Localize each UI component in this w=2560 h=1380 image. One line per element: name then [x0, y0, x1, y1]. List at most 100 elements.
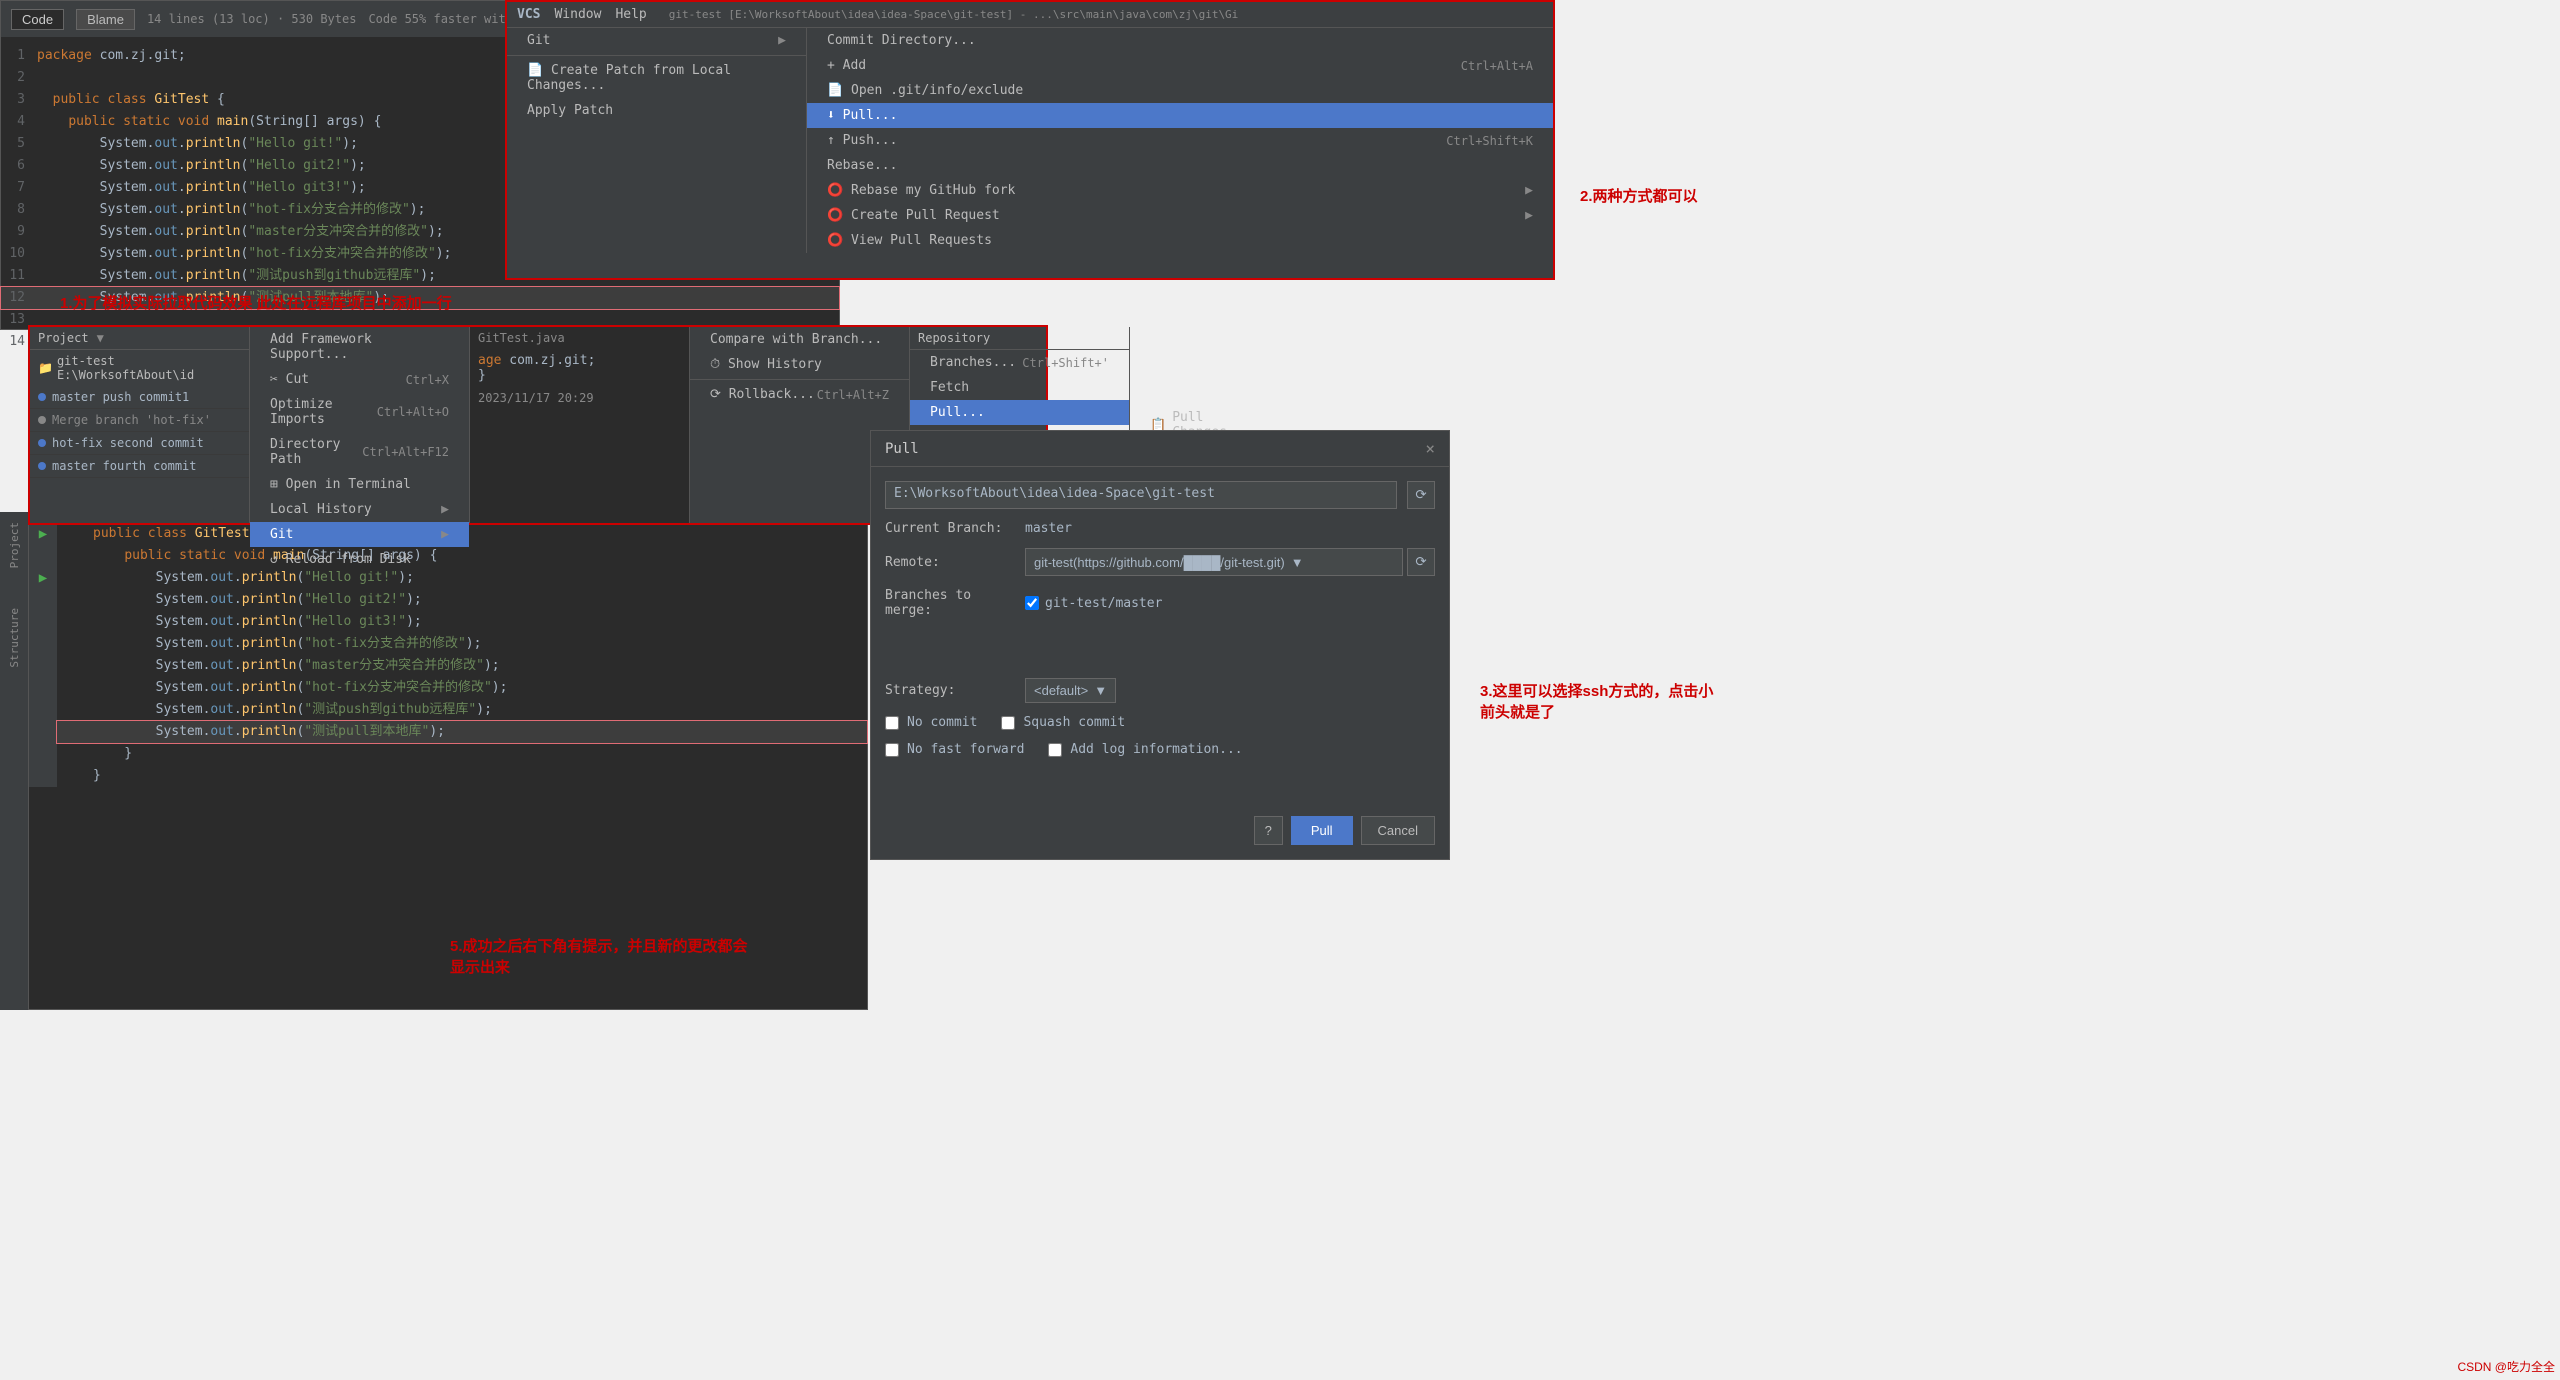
branches-value: git-test/master	[1045, 596, 1162, 611]
path-row: E:\WorksoftAbout\idea\idea-Space\git-tes…	[885, 481, 1435, 509]
commit-3: hot-fix second commit	[30, 432, 249, 455]
sidebar-structure-label: Structure	[8, 608, 21, 668]
menu-pull[interactable]: ⬇ Pull...	[807, 103, 1553, 128]
ctx-git[interactable]: Git ▶	[250, 522, 469, 547]
ctx-reload[interactable]: ↺ Reload from Disk	[250, 547, 469, 572]
menu-git[interactable]: Git ▶	[507, 28, 806, 53]
context-menu-col: Add Framework Support... ✂ Cut Ctrl+X Op…	[250, 327, 470, 523]
branches-label: Branches to merge:	[885, 588, 1015, 618]
path-input[interactable]: E:\WorksoftAbout\idea\idea-Space\git-tes…	[885, 481, 1397, 509]
no-commit-row: No commit	[885, 715, 977, 730]
branches-row: Branches to merge: git-test/master	[885, 588, 1435, 618]
bc-line-10: System.out.println("测试pull到本地库");	[57, 721, 867, 743]
code-meta: 14 lines (13 loc) · 530 Bytes	[147, 12, 357, 26]
ctx-directory-path[interactable]: Directory Path Ctrl+Alt+F12	[250, 432, 469, 472]
current-branch-value: master	[1025, 521, 1072, 536]
menu-apply-patch[interactable]: Apply Patch	[507, 98, 806, 123]
vcs-menu-body: Git ▶ 📄 Create Patch from Local Changes.…	[507, 28, 1553, 253]
repo-pull[interactable]: Pull...	[910, 400, 1129, 425]
squash-commit-checkbox[interactable]	[1001, 716, 1015, 730]
commit-1: master push commit1	[30, 386, 249, 409]
help-label[interactable]: Help	[615, 7, 646, 22]
side-bar-strip: Project Structure	[0, 512, 28, 1010]
add-log-checkbox[interactable]	[1048, 743, 1062, 757]
add-log-label: Add log information...	[1070, 742, 1242, 757]
ctx-open-terminal[interactable]: ⊞ Open in Terminal	[250, 472, 469, 497]
remote-label: Remote:	[885, 555, 1015, 570]
no-fast-forward-label: No fast forward	[907, 742, 1024, 757]
window-label[interactable]: Window	[554, 7, 601, 22]
pull-btn[interactable]: Pull	[1291, 816, 1353, 845]
strategy-label: Strategy:	[885, 683, 1015, 698]
dialog-title-bar: Pull ×	[871, 431, 1449, 467]
dropdown-chevron: ▼	[1291, 555, 1304, 570]
strategy-dropdown[interactable]: <default> ▼	[1025, 678, 1116, 703]
path-label: git-test [E:\WorksoftAbout\idea\idea-Spa…	[669, 8, 1239, 21]
bc-line-9: System.out.println("测试push到github远程库");	[57, 699, 867, 721]
bc-line-8: System.out.println("hot-fix分支冲突合并的修改");	[57, 677, 867, 699]
menu-rebase-github[interactable]: ⭕ Rebase my GitHub fork ▶	[807, 178, 1553, 203]
code-snippet: age com.zj.git; }	[470, 349, 689, 387]
dialog-body: E:\WorksoftAbout\idea\idea-Space\git-tes…	[871, 467, 1449, 779]
menu-create-patch[interactable]: 📄 Create Patch from Local Changes...	[507, 58, 806, 98]
no-fast-forward-checkbox[interactable]	[885, 743, 899, 757]
branches-checkbox[interactable]	[1025, 596, 1039, 610]
tab-code[interactable]: Code	[11, 9, 64, 30]
menu-open-git-info[interactable]: 📄 Open .git/info/exclude	[807, 78, 1553, 103]
squash-commit-label: Squash commit	[1023, 715, 1125, 730]
current-branch-label: Current Branch:	[885, 521, 1015, 536]
annotation-1: 1.为了模拟实际拉取代码效果 此处在远程库项目中添加一行	[60, 292, 452, 313]
branches-value-area: git-test/master	[1025, 596, 1162, 611]
add-log-row: Add log information...	[1048, 742, 1242, 757]
options-row-2: No fast forward Add log information...	[885, 742, 1435, 765]
file-name: GitTest.java	[470, 327, 689, 349]
squash-commit-row: Squash commit	[1001, 715, 1125, 730]
sidebar-project-label: Project	[8, 522, 21, 568]
remote-refresh-btn[interactable]: ⟳	[1407, 548, 1435, 576]
vcs-title-bar: VCS Window Help git-test [E:\WorksoftAbo…	[507, 2, 1553, 28]
watermark: CSDN @吃力全全	[2457, 1358, 2555, 1375]
repo-fetch[interactable]: Fetch	[910, 375, 1129, 400]
code-snippet-col: GitTest.java age com.zj.git; } 2023/11/1…	[470, 327, 690, 523]
run-icon-2[interactable]: ▶	[39, 567, 47, 589]
git-sub-compare[interactable]: Compare with Branch...	[690, 327, 909, 352]
run-icon-1[interactable]: ▶	[39, 523, 47, 545]
menu-create-pr[interactable]: ⭕ Create Pull Request ▶	[807, 203, 1553, 228]
cancel-btn[interactable]: Cancel	[1361, 816, 1435, 845]
menu-rebase[interactable]: Rebase...	[807, 153, 1553, 178]
project-tree-col: Project ▼ 📁 git-test E:\WorksoftAbout\id…	[30, 327, 250, 523]
commit-4: master fourth commit	[30, 455, 249, 478]
remote-dropdown[interactable]: git-test(https://github.com/████/git-tes…	[1025, 548, 1403, 576]
annotation-2: 2.两种方式都可以	[1580, 185, 1698, 206]
ctx-add-framework[interactable]: Add Framework Support...	[250, 327, 469, 367]
ai-hint: Code 55% faster wit	[368, 12, 505, 26]
ctx-local-history[interactable]: Local History ▶	[250, 497, 469, 522]
help-btn[interactable]: ?	[1254, 816, 1283, 845]
menu-push[interactable]: ↑ Push... Ctrl+Shift+K	[807, 128, 1553, 153]
dialog-footer: ? Pull Cancel	[1254, 816, 1435, 845]
git-sub-rollback[interactable]: ⟳ Rollback... Ctrl+Alt+Z	[690, 382, 909, 407]
menu-commit-dir[interactable]: Commit Directory...	[807, 28, 1553, 53]
pull-dialog: Pull × E:\WorksoftAbout\idea\idea-Space\…	[870, 430, 1450, 860]
menu-add[interactable]: + Add Ctrl+Alt+A	[807, 53, 1553, 78]
bc-line-11: }	[57, 743, 867, 765]
annotation-5: 5.成功之后右下角有提示，并且新的更改都会 显示出来	[450, 935, 748, 977]
no-commit-checkbox[interactable]	[885, 716, 899, 730]
strategy-row: Strategy: <default> ▼	[885, 678, 1435, 703]
bc-line-4: System.out.println("Hello git2!");	[57, 589, 867, 611]
git-sub-show-history[interactable]: ⏱ Show History	[690, 352, 909, 377]
tab-blame[interactable]: Blame	[76, 9, 135, 30]
remote-controls: git-test(https://github.com/████/git-tes…	[1025, 548, 1435, 576]
ctx-cut[interactable]: ✂ Cut Ctrl+X	[250, 367, 469, 392]
bc-line-12: }	[57, 765, 867, 787]
menu-divider-1	[507, 55, 806, 56]
ctx-optimize-imports[interactable]: Optimize Imports Ctrl+Alt+O	[250, 392, 469, 432]
menu-view-pr[interactable]: ⭕ View Pull Requests	[807, 228, 1553, 253]
repo-branches[interactable]: Branches... Ctrl+Shift+'	[910, 350, 1129, 375]
git-sub-divider	[690, 379, 909, 380]
dialog-close-btn[interactable]: ×	[1425, 439, 1435, 458]
git-arrow: ▶	[778, 33, 786, 48]
bc-line-7: System.out.println("master分支冲突合并的修改");	[57, 655, 867, 677]
refresh-btn[interactable]: ⟳	[1407, 481, 1435, 509]
annotation-3: 3.这里可以选择ssh方式的，点击小 前头就是了	[1480, 680, 1713, 722]
